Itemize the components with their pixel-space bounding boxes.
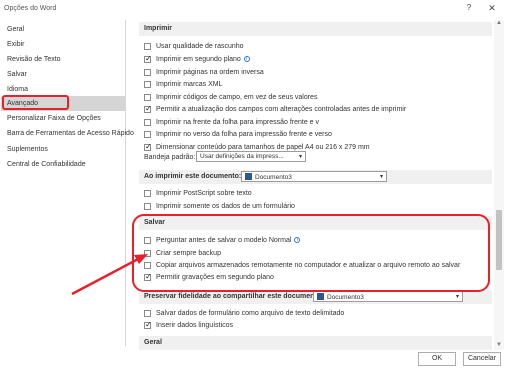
scroll-thumb[interactable]: [496, 210, 502, 270]
checkbox[interactable]: [144, 93, 151, 101]
ao-imprimir-document-select[interactable]: Documento3 ▾: [241, 171, 387, 182]
salvar-section-highlight: [132, 214, 490, 292]
option-verso-folha[interactable]: Imprimir no verso da folha para impressã…: [144, 129, 332, 139]
sidebar-item-geral[interactable]: Geral: [1, 22, 125, 37]
chevron-down-icon: ▾: [455, 294, 459, 300]
option-imprimir-segundo-plano[interactable]: Imprimir em segundo planoi: [144, 54, 250, 64]
checkbox[interactable]: [144, 320, 152, 329]
sidebar-item-suplementos[interactable]: Suplementos: [1, 142, 125, 157]
checkbox[interactable]: [144, 118, 151, 126]
checkbox[interactable]: [144, 42, 151, 50]
option-codigos-campo[interactable]: Imprimir códigos de campo, em vez de seu…: [144, 92, 317, 102]
info-icon: i: [243, 56, 250, 62]
close-button[interactable]: ✕: [485, 3, 499, 15]
help-button[interactable]: ?: [462, 3, 476, 15]
option-salvar-dados-formulario[interactable]: Salvar dados de formulário como arquivo …: [144, 308, 344, 318]
checkbox[interactable]: [144, 142, 152, 151]
option-postscript[interactable]: Imprimir PostScript sobre texto: [144, 188, 252, 198]
checkbox[interactable]: [144, 68, 151, 76]
ok-button[interactable]: OK: [418, 352, 456, 366]
sidebar-item-personalizar-faixa[interactable]: Personalizar Faixa de Opções: [1, 111, 125, 126]
options-content: Imprimir Usar qualidade de rascunho Impr…: [130, 20, 492, 350]
fidelidade-document-select[interactable]: Documento3 ▾: [313, 291, 463, 302]
option-inserir-dados-linguisticos[interactable]: Inserir dados linguísticos: [144, 320, 233, 330]
scroll-down-icon[interactable]: ▼: [494, 342, 504, 350]
sidebar-item-barra-acesso-rapido[interactable]: Barra de Ferramentas de Acesso Rápido: [1, 126, 134, 141]
option-dados-formulario[interactable]: Imprimir somente os dados de um formulár…: [144, 201, 295, 211]
checkbox[interactable]: [144, 189, 151, 197]
document-icon: [317, 293, 324, 300]
option-frente-folha[interactable]: Imprimir na frente da folha para impress…: [144, 117, 319, 127]
imprimir-heading: Imprimir: [139, 22, 492, 36]
option-atualizar-campos[interactable]: Permitir a atualização dos campos com al…: [144, 104, 406, 114]
option-ordem-inversa[interactable]: Imprimir páginas na ordem inversa: [144, 67, 264, 77]
geral-heading: Geral: [139, 336, 492, 350]
checkbox[interactable]: [144, 309, 151, 317]
chevron-down-icon: ▾: [298, 154, 302, 160]
sidebar-item-central-confiabilidade[interactable]: Central de Confiabilidade: [1, 157, 125, 172]
chevron-down-icon: ▾: [379, 174, 383, 180]
option-qualidade-rascunho[interactable]: Usar qualidade de rascunho: [144, 41, 244, 51]
cancel-button[interactable]: Cancelar: [463, 352, 501, 366]
avancado-highlight: [2, 95, 69, 110]
sidebar-item-exibir[interactable]: Exibir: [1, 37, 125, 52]
checkbox[interactable]: [144, 202, 151, 210]
document-icon: [245, 173, 252, 180]
sidebar-item-revisao[interactable]: Revisão de Texto: [1, 52, 125, 67]
title-bar: Opções do Word ? ✕: [0, 0, 505, 18]
checkbox[interactable]: [144, 130, 151, 138]
checkbox[interactable]: [144, 104, 152, 113]
sidebar: Geral Exibir Revisão de Texto Salvar Idi…: [1, 20, 134, 346]
checkbox[interactable]: [144, 80, 151, 88]
bandeja-label: Bandeja padrão:: [144, 154, 196, 161]
sidebar-item-salvar[interactable]: Salvar: [1, 67, 125, 82]
checkbox[interactable]: [144, 54, 152, 63]
content-scrollbar[interactable]: ▲ ▼: [494, 20, 504, 350]
window-title: Opções do Word: [4, 5, 57, 12]
option-marcas-xml[interactable]: Imprimir marcas XML: [144, 79, 223, 89]
scroll-up-icon[interactable]: ▲: [494, 20, 504, 28]
bandeja-select[interactable]: Usar definições da impress... ▾: [196, 151, 306, 162]
